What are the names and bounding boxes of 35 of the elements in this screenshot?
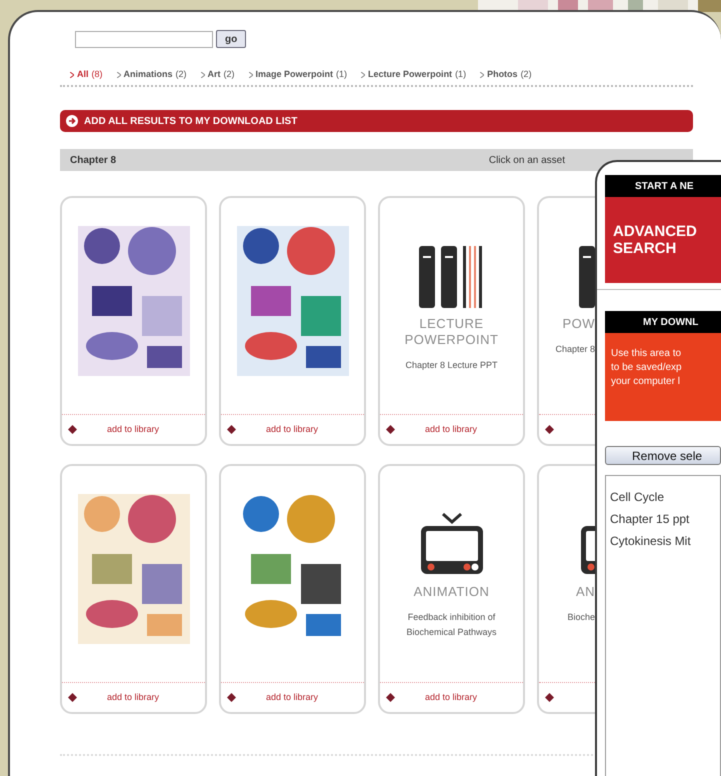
- filter-link[interactable]: Art (2): [200, 68, 235, 82]
- note-text: Use this area to: [611, 347, 682, 361]
- panel-header: MY DOWNL: [605, 311, 721, 333]
- filter-link[interactable]: Animations (2): [116, 68, 187, 82]
- asset-caption: Feedback inhibition of Biochemical Pathways: [405, 611, 498, 639]
- note-text: your computer l: [611, 375, 681, 389]
- asset-type-label: ANIMATION: [412, 584, 490, 600]
- add-to-library-link[interactable]: add to library: [107, 422, 160, 436]
- asset-caption: Chapter 8: [555, 343, 595, 356]
- panel-header: START A NE: [605, 175, 721, 197]
- asset-type-label: AN: [576, 584, 595, 600]
- section-title: Chapter 8: [70, 154, 116, 168]
- advanced-search-button[interactable]: ADVANCED SEARCH: [605, 197, 721, 283]
- list-item[interactable]: Cell Cycle: [610, 486, 720, 508]
- filter-link[interactable]: Photos (2): [480, 68, 532, 82]
- add-all-button[interactable]: ADD ALL RESULTS TO MY DOWNLOAD LIST: [60, 110, 693, 132]
- filter-link[interactable]: Image Powerpoint (1): [248, 68, 348, 82]
- go-button[interactable]: go: [216, 30, 246, 48]
- note-text: to be saved/exp: [611, 361, 683, 375]
- asset-caption: Chapter 8 Lecture PPT: [404, 359, 499, 372]
- filter-link[interactable]: All (8): [70, 68, 103, 82]
- filter-link[interactable]: Lecture Powerpoint (1): [361, 68, 466, 82]
- list-item[interactable]: Chapter 15 ppt: [610, 508, 720, 530]
- hint-text: Click on an asset: [488, 154, 565, 168]
- add-to-library-link[interactable]: add to library: [266, 422, 318, 436]
- asset-type-label: LECTURE POWERPOINT: [404, 316, 500, 348]
- download-list[interactable]: Cell Cycle Chapter 15 ppt Cytokinesis Mit: [605, 475, 721, 776]
- asset-caption: Bioche: [567, 611, 595, 624]
- add-to-library-link[interactable]: add to library: [266, 690, 318, 704]
- remove-selected-button[interactable]: Remove sele: [605, 446, 721, 465]
- list-item[interactable]: Cytokinesis Mit: [610, 530, 720, 552]
- asset-type-label: POW: [562, 316, 595, 332]
- add-to-library-link[interactable]: add to library: [425, 690, 478, 704]
- add-to-library-link[interactable]: add to library: [425, 422, 478, 436]
- add-to-library-link[interactable]: add to library: [107, 690, 160, 704]
